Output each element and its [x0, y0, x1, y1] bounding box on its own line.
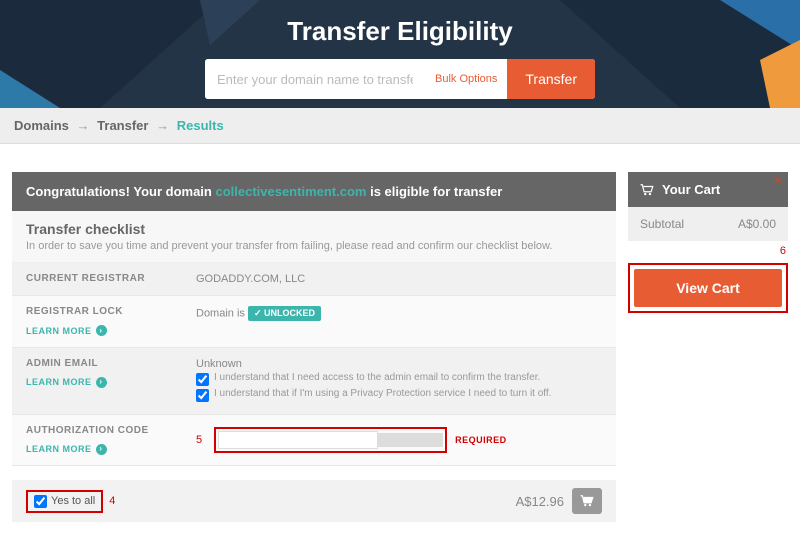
row-registrar-lock: REGISTRAR LOCK LEARN MORE › Domain is UN… — [12, 296, 616, 348]
learn-more-link[interactable]: LEARN MORE › — [26, 377, 107, 388]
cart-icon — [580, 495, 594, 507]
admin-email-text-1: I understand that I need access to the a… — [214, 372, 540, 383]
required-label: REQUIRED — [455, 435, 507, 445]
row-current-registrar: CURRENT REGISTRAR GODADDY.COM, LLC — [12, 263, 616, 296]
admin-email-checkbox-2[interactable] — [196, 389, 209, 402]
close-icon[interactable]: ✕ — [774, 176, 782, 187]
add-to-cart-button[interactable] — [572, 488, 602, 514]
subtotal-value: A$0.00 — [738, 217, 776, 231]
annotation-6: 6 — [628, 245, 788, 257]
breadcrumb-transfer[interactable]: Transfer — [97, 118, 148, 133]
annotation-box-5 — [214, 427, 447, 453]
checklist-desc: In order to save you time and prevent yo… — [26, 240, 602, 252]
learn-more-text: LEARN MORE — [26, 444, 92, 454]
yes-to-all-label: Yes to all — [51, 495, 95, 507]
chevron-right-icon: → — [77, 118, 90, 133]
row-label: ADMIN EMAIL — [26, 358, 196, 369]
admin-confirm-2[interactable]: I understand that if I'm using a Privacy… — [196, 388, 602, 402]
authorization-code-input[interactable] — [218, 431, 378, 449]
breadcrumb: Domains → Transfer → Results — [0, 108, 800, 144]
price: A$12.96 — [516, 494, 564, 509]
row-label: REGISTRAR LOCK — [26, 306, 196, 317]
footer-row: Yes to all 4 A$12.96 — [12, 480, 616, 522]
admin-email-checkbox-1[interactable] — [196, 373, 209, 386]
view-cart-button[interactable]: View Cart — [634, 269, 782, 307]
admin-confirm-1[interactable]: I understand that I need access to the a… — [196, 372, 602, 386]
cart-title: Your Cart — [662, 182, 720, 197]
learn-more-link[interactable]: LEARN MORE › — [26, 325, 107, 336]
page-title: Transfer Eligibility — [0, 16, 800, 47]
yes-to-all-checkbox[interactable] — [34, 495, 47, 508]
breadcrumb-results: Results — [177, 118, 224, 133]
annotation-box-6: View Cart — [628, 263, 788, 313]
chevron-right-icon: → — [156, 118, 169, 133]
learn-more-text: LEARN MORE — [26, 326, 92, 336]
admin-email-text-2: I understand that if I'm using a Privacy… — [214, 388, 551, 399]
annotation-box-4: Yes to all — [26, 490, 103, 513]
learn-more-link[interactable]: LEARN MORE › — [26, 444, 107, 455]
main-panel: Congratulations! Your domain collectives… — [12, 172, 616, 522]
registrar-value: GODADDY.COM, LLC — [196, 273, 602, 285]
bulk-options-link[interactable]: Bulk Options — [425, 59, 507, 99]
row-label: CURRENT REGISTRAR — [26, 273, 196, 285]
hero: Transfer Eligibility Bulk Options Transf… — [0, 0, 800, 108]
cart-icon — [640, 184, 654, 196]
lock-pre: Domain is — [196, 307, 248, 319]
arrow-circle-icon: › — [96, 325, 107, 336]
admin-email-value: Unknown — [196, 358, 602, 370]
annotation-5: 5 — [196, 434, 202, 446]
row-label: AUTHORIZATION CODE — [26, 425, 196, 436]
checklist-header: Transfer checklist In order to save you … — [12, 211, 616, 263]
domain-input[interactable] — [205, 59, 425, 99]
annotation-4: 4 — [109, 495, 115, 507]
row-authorization-code: AUTHORIZATION CODE LEARN MORE › 5 REQUIR… — [12, 415, 616, 467]
checklist-title: Transfer checklist — [26, 221, 602, 237]
learn-more-text: LEARN MORE — [26, 377, 92, 387]
arrow-circle-icon: › — [96, 444, 107, 455]
banner-pre: Congratulations! Your domain — [26, 184, 215, 199]
banner-post: is eligible for transfer — [366, 184, 502, 199]
subtotal-label: Subtotal — [640, 217, 684, 231]
cart-header: Your Cart ✕ — [628, 172, 788, 207]
masked-value — [378, 433, 443, 447]
row-admin-email: ADMIN EMAIL LEARN MORE › Unknown I under… — [12, 348, 616, 415]
banner-domain: collectivesentiment.com — [215, 184, 366, 199]
cart-sidebar: Your Cart ✕ Subtotal A$0.00 6 View Cart — [628, 172, 788, 313]
transfer-button[interactable]: Transfer — [507, 59, 595, 99]
breadcrumb-domains[interactable]: Domains — [14, 118, 69, 133]
cart-subtotal-row: Subtotal A$0.00 — [628, 207, 788, 241]
unlocked-badge: UNLOCKED — [248, 306, 321, 321]
domain-search-bar: Bulk Options Transfer — [205, 59, 595, 99]
eligibility-banner: Congratulations! Your domain collectives… — [12, 172, 616, 211]
arrow-circle-icon: › — [96, 377, 107, 388]
